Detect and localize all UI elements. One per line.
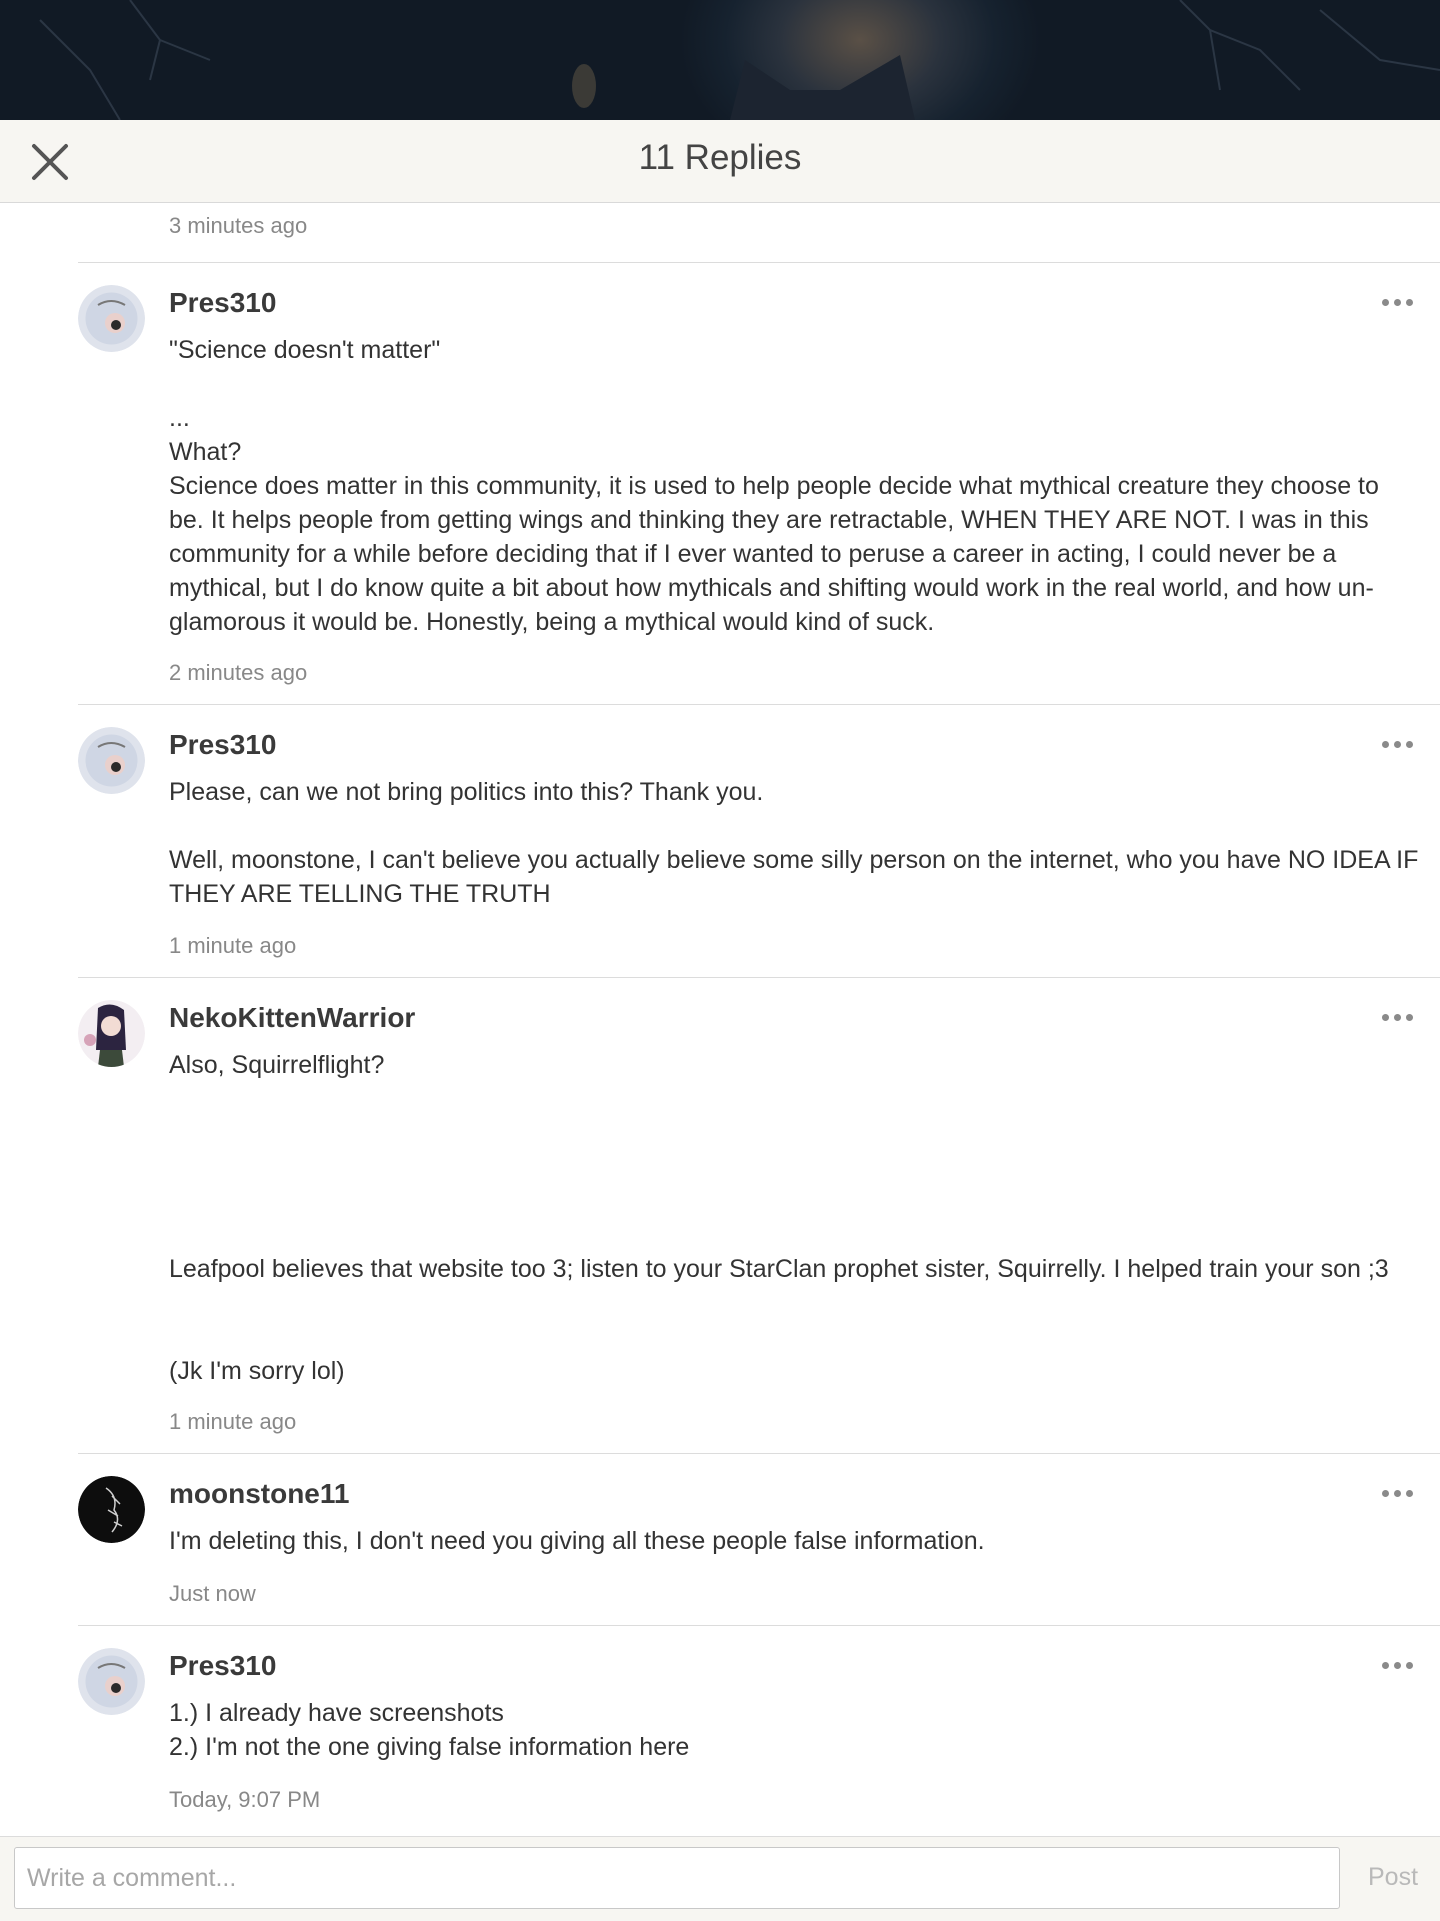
comment-body: Also, Squirrelflight? Leafpool believes … xyxy=(169,1051,1389,1385)
comment-body: Please, can we not bring politics into t… xyxy=(169,778,1419,908)
comment-timestamp: Just now xyxy=(169,1581,256,1606)
more-options-button[interactable] xyxy=(1382,1656,1420,1669)
more-options-button[interactable] xyxy=(1382,735,1420,748)
more-icon xyxy=(1382,741,1389,748)
comment-author[interactable]: Pres310 xyxy=(169,1650,276,1682)
more-options-button[interactable] xyxy=(1382,293,1420,306)
comment-item: moonstone11 I'm deleting this, I don't n… xyxy=(78,1453,1440,1625)
comment-composer: Post xyxy=(0,1836,1440,1921)
comment-input[interactable] xyxy=(14,1847,1340,1909)
avatar[interactable] xyxy=(78,285,145,352)
post-button[interactable]: Post xyxy=(1368,1863,1418,1892)
comment-item: NekoKittenWarrior Also, Squirrelflight? … xyxy=(78,977,1440,1453)
comment-timestamp: 2 minutes ago xyxy=(169,660,308,685)
comment-body: 1.) I already have screenshots 2.) I'm n… xyxy=(169,1699,690,1761)
comment-author[interactable]: moonstone11 xyxy=(169,1478,349,1510)
comment-author[interactable]: Pres310 xyxy=(169,729,276,761)
page-title: 11 Replies xyxy=(638,138,802,177)
comment-body: I'm deleting this, I don't need you givi… xyxy=(169,1527,985,1555)
more-icon xyxy=(1382,299,1389,306)
comment-body: "Science doesn't matter" ... What? Scien… xyxy=(169,336,1379,636)
comment-author[interactable]: NekoKittenWarrior xyxy=(169,1002,415,1034)
more-icon xyxy=(1382,1662,1389,1669)
replies-header: 11 Replies xyxy=(0,120,1440,203)
avatar[interactable] xyxy=(78,1648,145,1715)
avatar[interactable] xyxy=(78,1476,145,1543)
header-banner-image xyxy=(0,0,1440,120)
comment-author[interactable]: Pres310 xyxy=(169,287,276,319)
avatar[interactable] xyxy=(78,727,145,794)
comment-item: Pres310 1.) I already have screenshots 2… xyxy=(78,1625,1440,1836)
comment-timestamp: Today, 9:07 PM xyxy=(169,1787,321,1812)
comment-timestamp: 3 minutes ago xyxy=(169,213,308,238)
comment-timestamp: 1 minute ago xyxy=(169,1409,297,1434)
avatar[interactable] xyxy=(78,1000,145,1067)
more-options-button[interactable] xyxy=(1382,1008,1420,1021)
more-icon xyxy=(1382,1490,1389,1497)
comment-timestamp: 1 minute ago xyxy=(169,933,297,958)
comment-item: Pres310 Please, can we not bring politic… xyxy=(78,704,1440,977)
more-icon xyxy=(1382,1014,1389,1021)
comment-item: Pres310 "Science doesn't matter" ... Wha… xyxy=(78,262,1440,704)
more-options-button[interactable] xyxy=(1382,1484,1420,1497)
